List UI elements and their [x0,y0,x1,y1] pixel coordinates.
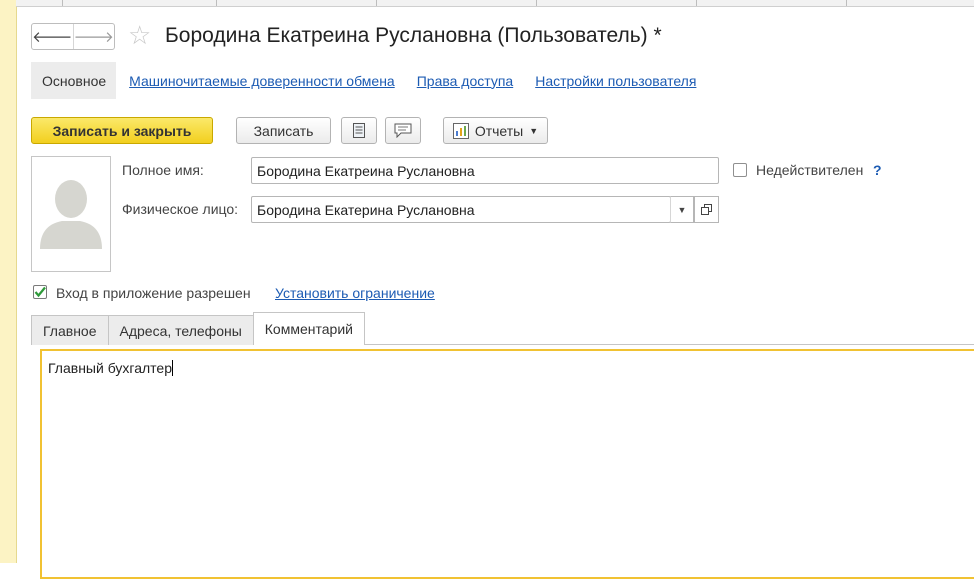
top-tabs-strip [16,0,974,7]
tab-access-rights[interactable]: Права доступа [417,73,513,89]
comment-textarea[interactable]: Главный бухгалтер [40,349,974,579]
comment-text-line: Главный бухгалтер [48,360,173,376]
avatar-placeholder-icon [40,180,102,249]
open-window-icon [701,204,712,215]
save-button[interactable]: Записать [236,117,331,144]
page-tabs: Главное Адреса, телефоны Комментарий [31,312,365,345]
star-icon[interactable]: ☆ [128,19,151,51]
tab-main[interactable]: Основное [31,62,117,99]
left-panel-strip [0,0,17,563]
page-title: Бородина Екатреина Руслановна (Пользоват… [165,24,662,47]
person-dropdown-button[interactable]: ▼ [670,196,694,223]
comment-button[interactable] [385,117,421,144]
chevron-down-icon: ▼ [529,125,539,136]
comment-icon [394,123,412,138]
arrow-left-icon: 🡐 [32,29,73,46]
reports-label: Отчеты [474,122,524,139]
user-photo[interactable] [31,156,111,272]
help-icon[interactable]: ? [873,162,882,178]
tab-addresses-phones[interactable]: Адреса, телефоны [107,315,254,345]
back-button[interactable]: 🡐 [32,24,73,49]
login-allowed-label: Вход в приложение разрешен [56,285,251,301]
tab-power-of-attorney[interactable]: Машиночитаемые доверенности обмена [129,73,395,89]
navigation-buttons: 🡐 🡒 [31,23,115,50]
arrow-right-icon: 🡒 [73,29,114,46]
set-restriction-link[interactable]: Установить ограничение [275,285,435,301]
full-name-label: Полное имя: [122,162,204,178]
document-button[interactable] [341,117,377,144]
document-icon [353,123,365,138]
form-tabs: Основное Машиночитаемые доверенности обм… [31,62,696,99]
login-allowed-checkbox[interactable] [33,285,47,299]
person-field[interactable]: Бородина Екатерина Руслановна [251,196,671,223]
tab-general[interactable]: Главное [31,315,109,345]
tab-user-settings[interactable]: Настройки пользователя [535,73,696,89]
chevron-down-icon: ▼ [677,204,687,215]
tab-comment[interactable]: Комментарий [252,312,365,345]
full-name-field[interactable]: Бородина Екатреина Руслановна [251,157,719,184]
inactive-checkbox[interactable] [733,163,747,177]
forward-button[interactable]: 🡒 [72,24,115,49]
reports-button[interactable]: Отчеты ▼ [443,117,548,144]
person-label: Физическое лицо: [122,201,239,217]
inactive-label: Недействителен [756,162,864,178]
comment-text: Главный бухгалтер [48,360,172,376]
save-and-close-button[interactable]: Записать и закрыть [31,117,213,144]
reports-icon [452,122,469,139]
person-open-button[interactable] [694,196,719,223]
checkmark-icon [34,286,46,298]
text-cursor [171,360,173,376]
